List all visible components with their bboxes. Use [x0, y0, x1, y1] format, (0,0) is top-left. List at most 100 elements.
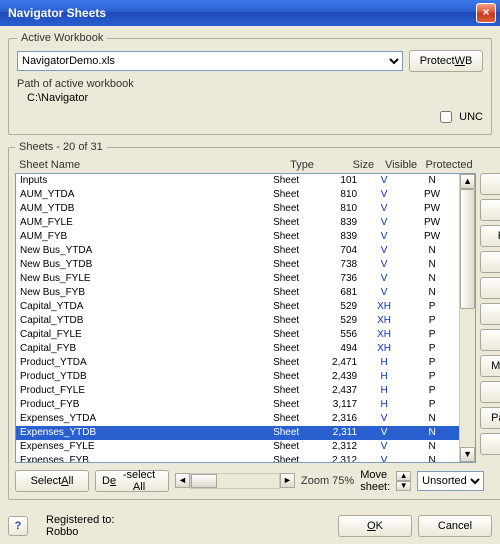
table-row[interactable]: Expenses_YTDASheet2,316VN: [16, 412, 459, 426]
unprotect-button[interactable]: Unprotect: [480, 329, 500, 351]
unhide-button[interactable]: Unhide: [480, 277, 500, 299]
cell-visible: V: [363, 230, 405, 244]
cell-size: 839: [317, 216, 363, 230]
cell-visible: V: [363, 286, 405, 300]
table-row[interactable]: Expenses_FYBSheet2,312VN: [16, 454, 459, 462]
move-sheet-label: Move sheet:: [360, 469, 390, 493]
vertical-scrollbar[interactable]: ▲ ▼: [459, 174, 475, 462]
cell-protected: PW: [405, 202, 459, 216]
window-title: Navigator Sheets: [8, 6, 476, 20]
cell-name: Expenses_FYLE: [16, 440, 273, 454]
table-row[interactable]: AUM_FYLESheet839VPW: [16, 216, 459, 230]
more-button[interactable]: More...: [480, 433, 500, 455]
cell-size: 2,439: [317, 370, 363, 384]
cell-visible: XH: [363, 328, 405, 342]
scroll-down-icon[interactable]: ▼: [460, 447, 475, 462]
cell-type: Sheet: [273, 454, 317, 462]
close-icon[interactable]: ×: [476, 3, 496, 23]
cell-size: 738: [317, 258, 363, 272]
unc-checkbox[interactable]: [440, 111, 452, 123]
deselect-all-button[interactable]: De-select All: [95, 470, 169, 492]
rename-button[interactable]: Rename...: [480, 225, 500, 247]
cell-protected: N: [405, 174, 459, 188]
cell-visible: V: [363, 412, 405, 426]
cell-type: Sheet: [273, 370, 317, 384]
table-row[interactable]: Expenses_YTDBSheet2,311VN: [16, 426, 459, 440]
cell-name: New Bus_YTDB: [16, 258, 273, 272]
col-name-header[interactable]: Sheet Name: [15, 158, 290, 172]
active-workbook-group: Active Workbook NavigatorDemo.xls Protec…: [8, 32, 492, 135]
col-visible-header[interactable]: Visible: [380, 158, 422, 172]
table-row[interactable]: Capital_YTDASheet529XHP: [16, 300, 459, 314]
table-row[interactable]: InputsSheet101VN: [16, 174, 459, 188]
select-all-button[interactable]: Select All: [15, 470, 89, 492]
scroll-thumb[interactable]: [460, 189, 475, 309]
table-row[interactable]: Expenses_FYLESheet2,312VN: [16, 440, 459, 454]
ok-button[interactable]: OK: [338, 515, 412, 537]
table-row[interactable]: New Bus_FYLESheet736VN: [16, 272, 459, 286]
scroll-up-icon[interactable]: ▲: [460, 174, 475, 189]
cell-name: New Bus_FYLE: [16, 272, 273, 286]
cell-visible: H: [363, 356, 405, 370]
cell-protected: P: [405, 356, 459, 370]
hide-button[interactable]: Hide: [480, 251, 500, 273]
registered-label: Registered to:: [46, 514, 114, 526]
cell-name: New Bus_FYB: [16, 286, 273, 300]
cell-type: Sheet: [273, 216, 317, 230]
cell-name: AUM_FYLE: [16, 216, 273, 230]
delete-button[interactable]: Delete: [480, 199, 500, 221]
zoom-right-icon[interactable]: ►: [280, 473, 295, 488]
table-row[interactable]: New Bus_FYBSheet681VN: [16, 286, 459, 300]
table-row[interactable]: Product_FYBSheet3,117HP: [16, 398, 459, 412]
table-row[interactable]: Product_YTDBSheet2,439HP: [16, 370, 459, 384]
protect-wb-button[interactable]: Protect WB: [409, 50, 483, 72]
col-type-header[interactable]: Type: [290, 158, 334, 172]
move-sheet-spinner[interactable]: ▲ ▼: [396, 471, 411, 491]
cell-protected: N: [405, 258, 459, 272]
table-row[interactable]: Capital_FYBSheet494XHP: [16, 342, 459, 356]
scroll-track[interactable]: [460, 189, 475, 447]
cell-visible: V: [363, 440, 405, 454]
table-row[interactable]: AUM_YTDASheet810VPW: [16, 188, 459, 202]
zoom-thumb[interactable]: [191, 474, 217, 488]
col-size-header[interactable]: Size: [334, 158, 380, 172]
duplicate-button[interactable]: Duplicate: [480, 381, 500, 403]
table-row[interactable]: AUM_FYBSheet839VPW: [16, 230, 459, 244]
cell-type: Sheet: [273, 272, 317, 286]
workbook-combo[interactable]: NavigatorDemo.xls: [17, 51, 403, 71]
cell-type: Sheet: [273, 258, 317, 272]
table-row[interactable]: New Bus_YTDASheet704VN: [16, 244, 459, 258]
table-row[interactable]: Product_YTDASheet2,471HP: [16, 356, 459, 370]
cell-type: Sheet: [273, 342, 317, 356]
help-icon[interactable]: ?: [8, 516, 28, 536]
table-row[interactable]: Capital_YTDBSheet529XHP: [16, 314, 459, 328]
move-up-icon[interactable]: ▲: [396, 471, 411, 481]
cell-type: Sheet: [273, 384, 317, 398]
cell-type: Sheet: [273, 300, 317, 314]
table-row[interactable]: AUM_YTDBSheet810VPW: [16, 202, 459, 216]
table-row[interactable]: Capital_FYLESheet556XHP: [16, 328, 459, 342]
cell-name: Capital_FYLE: [16, 328, 273, 342]
cell-visible: XH: [363, 300, 405, 314]
cancel-button[interactable]: Cancel: [418, 515, 492, 537]
move-down-icon[interactable]: ▼: [396, 481, 411, 491]
sheet-list[interactable]: InputsSheet101VNAUM_YTDASheet810VPWAUM_Y…: [15, 173, 476, 463]
sort-combo[interactable]: Unsorted: [417, 471, 484, 491]
cell-name: Capital_YTDA: [16, 300, 273, 314]
zoom-left-icon[interactable]: ◄: [175, 473, 190, 488]
cell-name: Product_YTDB: [16, 370, 273, 384]
cell-size: 704: [317, 244, 363, 258]
movecopy-button[interactable]: Move/Copy...: [480, 355, 500, 377]
pastevalues-button[interactable]: Paste Values: [480, 407, 500, 429]
cell-type: Sheet: [273, 188, 317, 202]
table-row[interactable]: New Bus_YTDBSheet738VN: [16, 258, 459, 272]
col-protected-header[interactable]: Protected: [422, 158, 476, 172]
insert-button[interactable]: Insert...: [480, 173, 500, 195]
titlebar[interactable]: Navigator Sheets ×: [0, 0, 500, 26]
table-row[interactable]: Product_FYLESheet2,437HP: [16, 384, 459, 398]
zoom-scrollbar[interactable]: ◄ ►: [175, 473, 295, 489]
cell-visible: V: [363, 188, 405, 202]
cell-name: Expenses_FYB: [16, 454, 273, 462]
protect-button[interactable]: Protect...: [480, 303, 500, 325]
cell-name: Product_FYLE: [16, 384, 273, 398]
